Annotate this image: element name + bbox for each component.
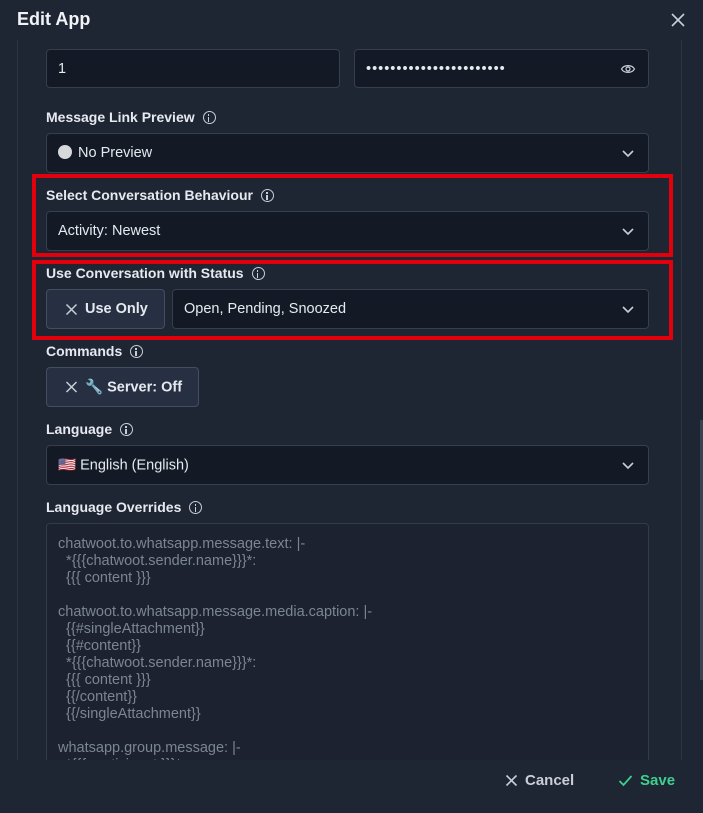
language-overrides-label: Language Overrides (46, 499, 203, 515)
close-icon (65, 303, 78, 315)
info-icon[interactable] (251, 267, 265, 280)
conversation-status-label: Use Conversation with Status (46, 265, 265, 281)
dialog-header: Edit App (0, 0, 703, 40)
check-icon (618, 775, 633, 787)
info-icon[interactable] (120, 423, 134, 436)
language-select[interactable]: 🇺🇸 English (English) (46, 445, 649, 485)
info-icon[interactable] (189, 501, 203, 514)
password-input[interactable]: ••••••••••••••••••••••• (354, 49, 649, 88)
chevron-down-icon (622, 228, 634, 236)
commands-label: Commands (46, 343, 144, 359)
number-input[interactable]: 1 (46, 49, 340, 88)
cancel-button[interactable]: Cancel (505, 772, 574, 789)
info-icon[interactable] (202, 111, 216, 124)
edit-app-dialog: Edit App 1 ••••••••••••••••••••••• Messa… (0, 0, 703, 813)
use-only-toggle[interactable]: Use Only (46, 289, 165, 329)
language-label: Language (46, 421, 134, 437)
dialog-footer: Cancel Save (0, 760, 703, 813)
chevron-down-icon (622, 462, 634, 470)
conversation-behaviour-label: Select Conversation Behaviour (46, 187, 274, 203)
message-link-preview-label: Message Link Preview (46, 109, 216, 125)
circle-icon (58, 145, 72, 159)
language-overrides-textarea[interactable]: chatwoot.to.whatsapp.message.text: |- *{… (46, 523, 649, 783)
eye-icon[interactable] (620, 61, 636, 77)
message-link-preview-select[interactable]: No Preview (46, 133, 649, 173)
close-icon (505, 774, 518, 787)
close-icon (65, 381, 78, 393)
info-icon[interactable] (260, 189, 274, 202)
chevron-down-icon (622, 150, 634, 158)
conversation-behaviour-select[interactable]: Activity: Newest (46, 211, 649, 251)
close-icon[interactable] (667, 9, 689, 31)
chevron-down-icon (622, 306, 634, 314)
server-commands-toggle[interactable]: 🔧 Server: Off (46, 367, 199, 407)
dialog-title: Edit App (17, 9, 91, 29)
info-icon[interactable] (130, 345, 144, 358)
conversation-status-select[interactable]: Open, Pending, Snoozed (172, 289, 649, 329)
save-button[interactable]: Save (618, 772, 675, 789)
